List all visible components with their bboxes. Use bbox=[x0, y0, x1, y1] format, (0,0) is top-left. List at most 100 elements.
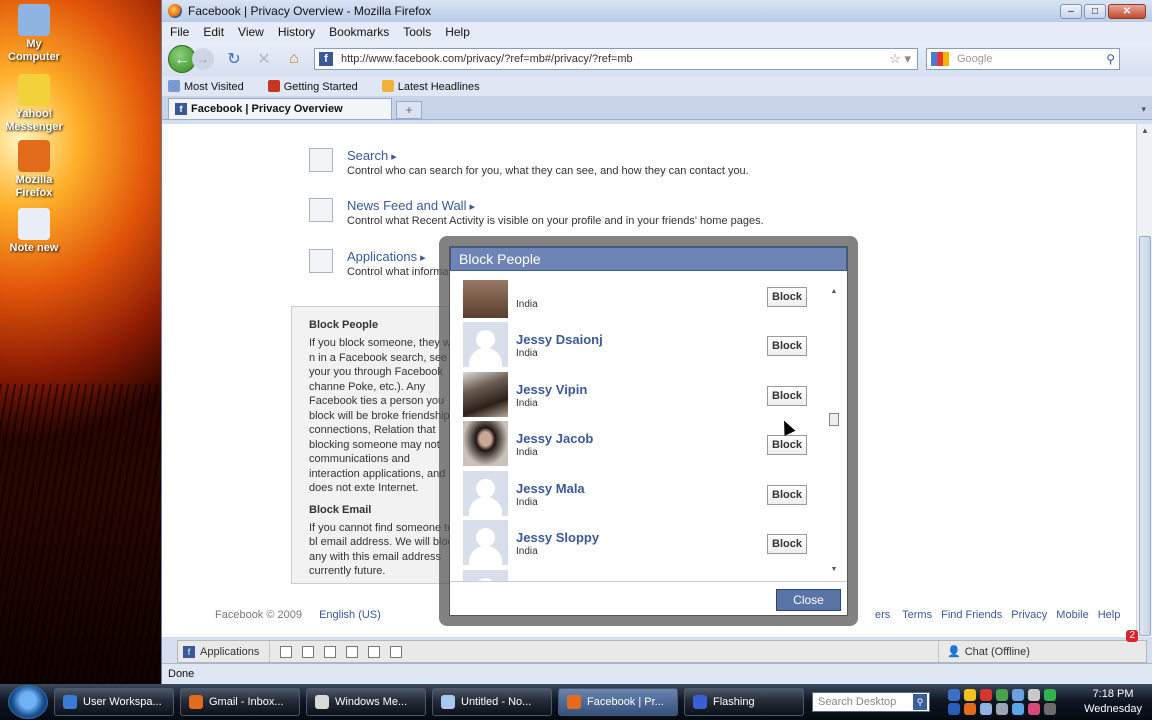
block-button[interactable]: Block bbox=[767, 287, 807, 307]
scroll-up-arrow-icon[interactable]: ▲ bbox=[1137, 126, 1152, 135]
privacy-item-title[interactable]: Applications bbox=[347, 249, 426, 264]
bookmark-item[interactable]: Most Visited bbox=[168, 79, 256, 93]
footer-link-help[interactable]: Help bbox=[1098, 609, 1121, 621]
tray-icon[interactable] bbox=[948, 703, 960, 715]
person-name[interactable]: Jessy Sloppy bbox=[516, 530, 599, 545]
close-button[interactable]: Close bbox=[776, 589, 841, 611]
search-bar[interactable]: Google ⚲ bbox=[926, 48, 1120, 70]
tab-list-icon[interactable]: ▾ bbox=[1141, 104, 1146, 115]
dialog-scrollbar-thumb[interactable] bbox=[829, 413, 839, 426]
block-button[interactable]: Block bbox=[767, 534, 807, 554]
tray-icon[interactable] bbox=[1044, 689, 1056, 701]
my-computer-icon[interactable]: My Computer bbox=[2, 4, 66, 64]
tray-icon[interactable] bbox=[1012, 703, 1024, 715]
search-icon[interactable]: ⚲ bbox=[1106, 52, 1115, 66]
scroll-down-arrow-icon[interactable]: ▼ bbox=[828, 566, 840, 573]
page-scrollbar[interactable]: ▲ bbox=[1136, 124, 1152, 637]
mozilla-firefox-icon[interactable]: Mozilla Firefox bbox=[2, 140, 66, 200]
scroll-up-arrow-icon[interactable]: ▲ bbox=[828, 288, 840, 295]
tray-icon[interactable] bbox=[964, 689, 976, 701]
reload-icon[interactable]: ↻ bbox=[224, 49, 244, 69]
footer-link-terms[interactable]: Terms bbox=[902, 609, 932, 621]
tray-icon[interactable] bbox=[964, 703, 976, 715]
minimize-button[interactable]: – bbox=[1060, 3, 1082, 19]
person-name[interactable]: Jessy Mala bbox=[516, 481, 585, 496]
footer-link-mobile[interactable]: Mobile bbox=[1056, 609, 1088, 621]
desktop-search[interactable]: Search Desktop ⚲ bbox=[812, 692, 930, 712]
tray-icon[interactable] bbox=[980, 703, 992, 715]
dialog-scrollbar[interactable]: ▲ ▼ bbox=[828, 288, 840, 573]
stop-icon[interactable]: ✕ bbox=[254, 49, 274, 69]
tray-icon[interactable] bbox=[1044, 703, 1056, 715]
profile-picture[interactable] bbox=[463, 570, 508, 581]
links-icon[interactable] bbox=[368, 645, 381, 658]
profile-picture[interactable] bbox=[463, 471, 508, 516]
new-tab-button[interactable]: + bbox=[396, 101, 422, 119]
yahoo-messenger-icon[interactable]: Yahoo! Messenger bbox=[2, 74, 66, 134]
menu-history[interactable]: History bbox=[278, 25, 315, 39]
tray-icon[interactable] bbox=[980, 689, 992, 701]
tray-icon[interactable] bbox=[996, 689, 1008, 701]
tray-icon[interactable] bbox=[996, 703, 1008, 715]
photos-icon[interactable] bbox=[280, 645, 293, 658]
start-button[interactable] bbox=[8, 685, 48, 719]
home-icon[interactable]: ⌂ bbox=[284, 50, 304, 68]
footer-link-privacy[interactable]: Privacy bbox=[1011, 609, 1047, 621]
search-input[interactable]: Google bbox=[957, 53, 992, 65]
events-icon[interactable] bbox=[324, 645, 337, 658]
block-button[interactable]: Block bbox=[767, 485, 807, 505]
tray-icon[interactable] bbox=[1028, 703, 1040, 715]
url-bar[interactable]: f http://www.facebook.com/privacy/?ref=m… bbox=[314, 48, 918, 70]
tray-icon[interactable] bbox=[1012, 689, 1024, 701]
profile-picture[interactable] bbox=[463, 372, 508, 417]
menu-edit[interactable]: Edit bbox=[203, 25, 224, 39]
block-button[interactable]: Block bbox=[767, 435, 807, 455]
menu-file[interactable]: File bbox=[170, 25, 189, 39]
gifts-icon[interactable] bbox=[390, 645, 403, 658]
bookmark-star-icon[interactable]: ☆ ▾ bbox=[889, 51, 911, 67]
search-icon[interactable]: ⚲ bbox=[913, 694, 927, 710]
tab-facebook-privacy[interactable]: f Facebook | Privacy Overview bbox=[168, 98, 392, 119]
maximize-button[interactable]: □ bbox=[1084, 3, 1106, 19]
taskbar-item[interactable]: Flashing bbox=[684, 688, 804, 716]
taskbar-item[interactable]: Untitled - No... bbox=[432, 688, 552, 716]
clock[interactable]: 7:18 PM Wednesday bbox=[1084, 687, 1142, 717]
person-name[interactable]: Jessy Dsaionj bbox=[516, 332, 603, 347]
bookmark-item[interactable]: Getting Started bbox=[267, 79, 370, 93]
person-name[interactable]: Jessy Jacob bbox=[516, 431, 593, 446]
desktop-search-input[interactable]: Search Desktop bbox=[818, 696, 896, 708]
taskbar-item[interactable]: Gmail - Inbox... bbox=[180, 688, 300, 716]
menu-view[interactable]: View bbox=[238, 25, 264, 39]
footer-link-partial[interactable]: ers bbox=[875, 609, 890, 621]
scrollbar-thumb[interactable] bbox=[1139, 236, 1151, 636]
block-button[interactable]: Block bbox=[767, 336, 807, 356]
notification-badge[interactable]: 2 bbox=[1126, 630, 1138, 642]
notes-icon[interactable] bbox=[346, 645, 359, 658]
profile-picture[interactable] bbox=[463, 421, 508, 466]
chat-button[interactable]: 👤 Chat (Offline) bbox=[938, 641, 1088, 662]
taskbar-item[interactable]: Windows Me... bbox=[306, 688, 426, 716]
profile-picture[interactable] bbox=[463, 520, 508, 565]
language-link[interactable]: English (US) bbox=[319, 609, 381, 621]
tray-icon[interactable] bbox=[1028, 689, 1040, 701]
profile-picture[interactable] bbox=[463, 322, 508, 367]
note-new-icon[interactable]: Note new bbox=[2, 208, 66, 255]
taskbar-item[interactable]: Facebook | Pr... bbox=[558, 688, 678, 716]
google-icon[interactable] bbox=[931, 52, 949, 66]
privacy-item-title[interactable]: News Feed and Wall bbox=[347, 198, 475, 213]
profile-picture[interactable] bbox=[463, 280, 508, 318]
bookmark-item[interactable]: Latest Headlines bbox=[381, 79, 492, 93]
close-window-button[interactable]: ✕ bbox=[1108, 3, 1146, 19]
block-button[interactable]: Block bbox=[767, 386, 807, 406]
person-name[interactable]: Jessy Vipin bbox=[516, 382, 587, 397]
menu-help[interactable]: Help bbox=[445, 25, 470, 39]
menu-bookmarks[interactable]: Bookmarks bbox=[329, 25, 389, 39]
title-bar[interactable]: Facebook | Privacy Overview - Mozilla Fi… bbox=[162, 0, 1152, 22]
footer-link-find-friends[interactable]: Find Friends bbox=[941, 609, 1002, 621]
taskbar-item[interactable]: User Workspa... bbox=[54, 688, 174, 716]
privacy-item-title[interactable]: Search bbox=[347, 148, 397, 163]
menu-tools[interactable]: Tools bbox=[403, 25, 431, 39]
applications-menu[interactable]: f Applications bbox=[178, 641, 271, 662]
friends-icon[interactable] bbox=[302, 645, 315, 658]
tray-icon[interactable] bbox=[948, 689, 960, 701]
